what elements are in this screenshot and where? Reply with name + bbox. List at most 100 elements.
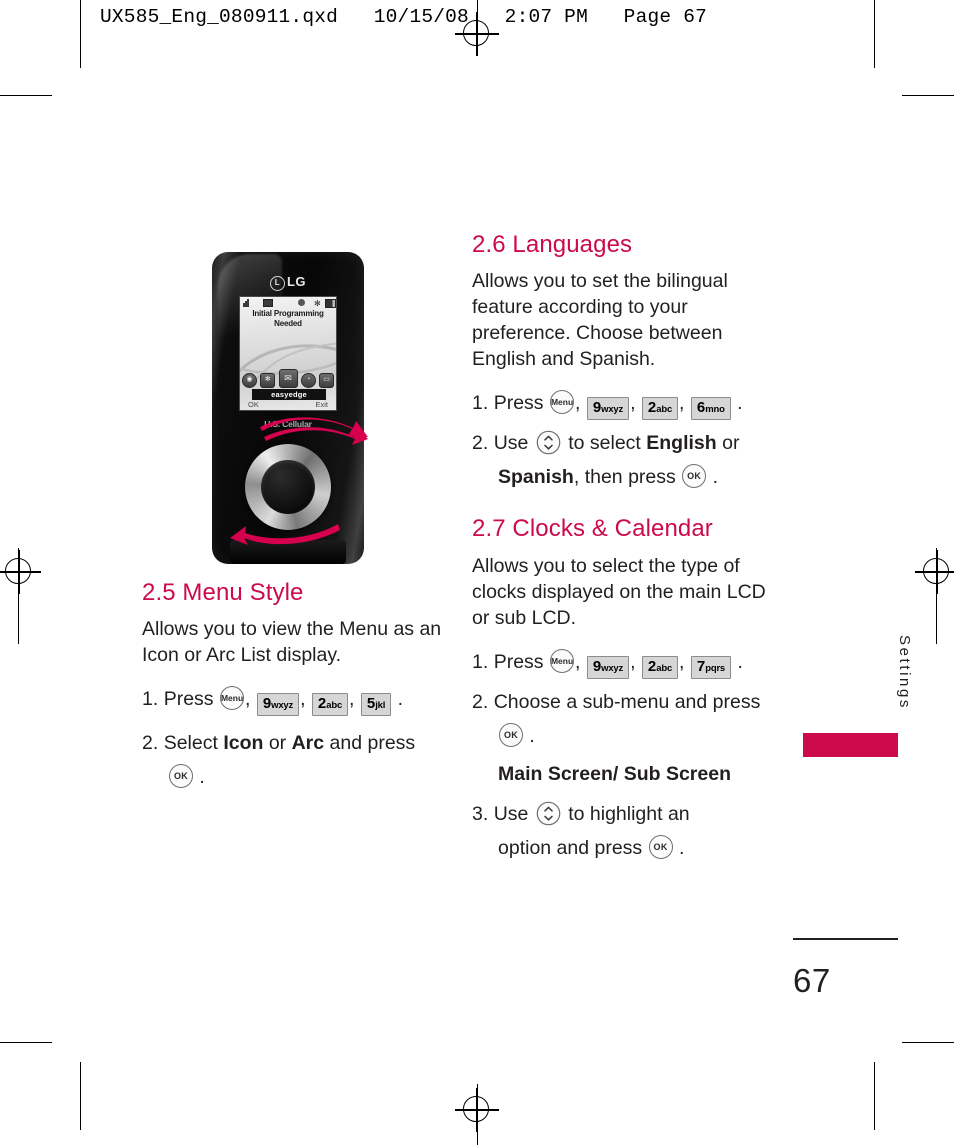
key-9-wxyz[interactable]: 9wxyz: [586, 397, 630, 421]
ok-key-icon[interactable]: OK: [169, 764, 193, 789]
lg-logo-text: LG: [286, 274, 307, 289]
alarm-clock-icon: ◔: [300, 373, 316, 388]
easyedge-label: easyedge: [252, 389, 326, 400]
alarm-icon: [298, 299, 305, 308]
print-slug: UX585_Eng_080911.qxd 10/15/08 2:07 PM Pa…: [100, 6, 707, 28]
step-trailing: .: [737, 392, 743, 415]
step-lead: Press: [493, 650, 544, 673]
camera-icon: ◉: [242, 373, 257, 388]
crop-mark-top-left-vertical: [80, 0, 82, 68]
phone-status-bar: ✻: [240, 297, 336, 309]
key-2-abc[interactable]: 2abc: [641, 655, 679, 679]
comma: ,: [630, 650, 636, 673]
lg-logo: L LG: [212, 274, 364, 291]
step-2-6-2: 2. Use to select English or Spanish, the…: [472, 426, 777, 494]
right-column: 2.6 Languages Allows you to set the bili…: [472, 231, 777, 871]
step-2-7-2: 2. Choose a sub-menu and press OK . Main…: [472, 685, 777, 791]
rotate-arrow-bottom: [230, 524, 340, 545]
step-trailing: .: [199, 766, 205, 789]
bluetooth-icon: ✻: [314, 299, 321, 308]
step-text-before: Choose a sub-menu and press: [493, 690, 761, 713]
step-2-5-2-continuation: OK .: [142, 760, 447, 794]
section-heading-2-6: 2.6 Languages: [472, 231, 633, 258]
option-arc-label: Arc: [291, 732, 325, 755]
phone-screen: ✻ Initial Programming Needed ◉ ✻ ✉ ◔ ▭ e…: [239, 296, 337, 411]
message-icon: [263, 299, 273, 309]
section-heading-2-5: 2.5 Menu Style: [142, 579, 304, 606]
manual-page: UX585_Eng_080911.qxd 10/15/08 2:07 PM Pa…: [0, 0, 954, 1145]
section-intro-2-6: Allows you to set the bilingual feature …: [472, 270, 728, 371]
phone-body: L LG ✻ Initial Programming Needed ◉ ✻ ✉ …: [212, 252, 364, 564]
phone-banner-line-1: Initial Programming: [252, 309, 324, 318]
crop-mark-top-right-horizontal: [902, 95, 954, 97]
registration-mark-left: [0, 550, 41, 594]
step-2-7-2-note: Main Screen/ Sub Screen: [498, 762, 732, 785]
step-text-before: to highlight an: [568, 802, 690, 825]
side-tab-label: Settings: [896, 635, 913, 710]
key-7-pqrs[interactable]: 7pqrs: [690, 655, 732, 679]
crop-mark-top-left-horizontal: [0, 95, 52, 97]
registration-mark-right: [915, 550, 954, 594]
step-text-before: to select: [568, 432, 647, 455]
key-2-abc[interactable]: 2abc: [311, 693, 349, 717]
ok-key-icon[interactable]: OK: [682, 464, 707, 489]
step-text-before: Select: [163, 732, 224, 755]
comma: ,: [679, 392, 685, 415]
menu-key-icon[interactable]: Menu: [549, 390, 574, 415]
key-6-mno[interactable]: 6mno: [690, 397, 731, 421]
menu-key-icon[interactable]: Menu: [219, 686, 244, 711]
comma: ,: [630, 392, 636, 415]
key-5-jkl[interactable]: 5jkl: [360, 693, 392, 717]
step-trailing: .: [397, 688, 404, 711]
phone-softkey-bar: OK Exit: [242, 400, 334, 409]
phone-banner-line-2: Needed: [274, 318, 302, 328]
step-number: 2.: [472, 690, 489, 713]
step-2-5-2: 2. Select Icon or Arc and press OK .: [142, 726, 447, 794]
menu-key-icon[interactable]: Menu: [549, 648, 574, 673]
crop-mark-bottom-left-vertical: [80, 1062, 82, 1130]
key-9-wxyz[interactable]: 9wxyz: [586, 655, 630, 679]
messaging-icon: ✉: [278, 369, 298, 388]
step-text-middle: or: [716, 432, 740, 455]
comma: ,: [574, 650, 581, 673]
step-text-after: , then press: [573, 466, 676, 489]
step-number: 3.: [472, 802, 489, 825]
step-2-6-2-continuation: Spanish, then press OK .: [472, 460, 777, 494]
bluetooth-icon: ✻: [260, 373, 276, 388]
option-english-label: English: [646, 432, 717, 455]
crop-mark-bottom-right-vertical: [874, 1062, 876, 1130]
rotate-arrow-top: [260, 417, 368, 445]
section-intro-2-7: Allows you to select the type of clocks …: [472, 554, 766, 629]
step-text-after: option and press: [498, 836, 643, 859]
step-2-7-1: 1. Press Menu, 9wxyz, 2abc, 7pqrs .: [472, 645, 777, 679]
step-trailing: .: [679, 836, 685, 859]
comma: ,: [574, 392, 581, 415]
step-trailing: .: [712, 466, 719, 489]
step-2-6-1: 1. Press Menu, 9wxyz, 2abc, 6mno .: [472, 386, 777, 421]
side-tab-accent-block: [803, 733, 898, 757]
step-trailing: .: [529, 724, 535, 747]
registration-mark-bottom: [455, 1088, 499, 1132]
comma: ,: [679, 650, 685, 673]
up-down-navigation-key-icon[interactable]: [536, 430, 561, 455]
up-down-navigation-key-icon[interactable]: [536, 801, 561, 826]
step-lead: Press: [163, 688, 214, 711]
ok-key-icon[interactable]: OK: [499, 722, 523, 747]
section-heading-2-7: 2.7 Clocks & Calendar: [472, 515, 713, 543]
phone-illustration: L LG ✻ Initial Programming Needed ◉ ✻ ✉ …: [212, 252, 368, 564]
folio-rule: [793, 938, 898, 940]
ok-key-icon[interactable]: OK: [648, 834, 673, 859]
step-2-7-3-continuation: option and press OK .: [472, 831, 777, 865]
step-text-after: and press: [324, 732, 416, 755]
phone-banner: Initial Programming Needed: [240, 309, 336, 328]
page-number: 67: [793, 962, 831, 999]
phone-dock-row: ◉ ✻ ✉ ◔ ▭: [242, 369, 334, 388]
option-spanish-label: Spanish: [498, 466, 574, 489]
key-2-abc[interactable]: 2abc: [641, 397, 679, 421]
crop-mark-bottom-right-horizontal: [902, 1042, 954, 1044]
step-text-middle: or: [263, 732, 292, 755]
step-number: 1.: [142, 688, 159, 711]
crop-mark-bottom-left-horizontal: [0, 1042, 52, 1044]
key-9-wxyz[interactable]: 9wxyz: [256, 693, 300, 717]
comma: ,: [300, 688, 306, 711]
